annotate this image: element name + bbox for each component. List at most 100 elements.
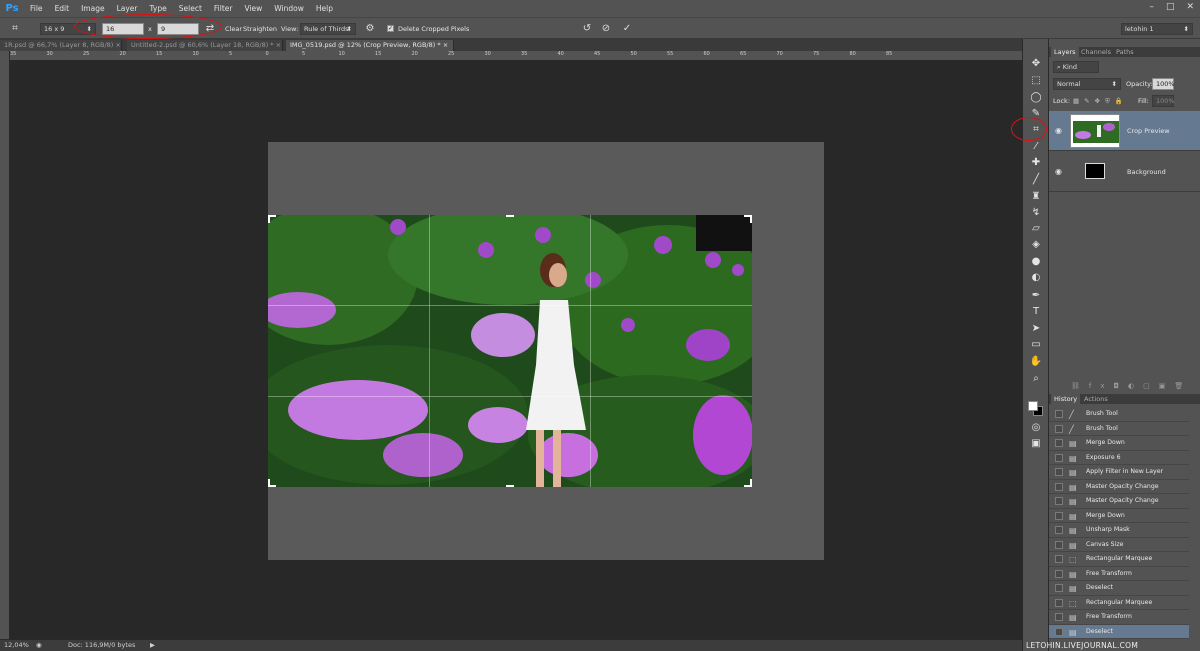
screen-mode-icon[interactable]: ▣ — [1029, 437, 1043, 451]
tab-untitled-2[interactable]: Untitled-2.psd @ 60,6% (Layer 18, RGB/8)… — [127, 40, 283, 51]
stamp-tool-icon[interactable]: ♜ — [1029, 190, 1043, 204]
history-item[interactable]: ▤ Deselect — [1049, 624, 1189, 639]
crop-handle-bottom[interactable] — [506, 485, 514, 487]
history-snapshot-box[interactable] — [1055, 584, 1063, 592]
history-snapshot-box[interactable] — [1055, 526, 1063, 534]
close-icon[interactable]: × — [115, 41, 120, 49]
history-snapshot-box[interactable] — [1055, 439, 1063, 447]
type-tool-icon[interactable]: T — [1029, 305, 1043, 319]
tab-layers[interactable]: Layers — [1051, 47, 1079, 57]
path-select-icon[interactable]: ➤ — [1029, 322, 1043, 336]
layer-footer-icons[interactable]: ⛓fx◘◐▢▣🗑 — [1071, 380, 1192, 392]
brush-tool-icon[interactable]: ╱ — [1029, 173, 1043, 187]
move-tool-icon[interactable]: ✥ — [1029, 57, 1043, 71]
reset-icon[interactable]: ↺ — [580, 22, 594, 36]
layer-row-background[interactable]: ◉ Background — [1049, 152, 1200, 192]
menu-view[interactable]: View — [238, 0, 268, 17]
history-item[interactable]: ▤ Unsharp Mask — [1049, 523, 1189, 538]
history-item[interactable]: ▤ Canvas Size — [1049, 538, 1189, 552]
menu-file[interactable]: File — [24, 0, 49, 17]
eraser-tool-icon[interactable]: ▱ — [1029, 222, 1043, 236]
tab-history[interactable]: History — [1051, 394, 1081, 404]
layer-filter-select[interactable]: ⌕ Kind — [1053, 61, 1099, 73]
tab-channels[interactable]: Channels — [1078, 47, 1114, 57]
tab-paths[interactable]: Paths — [1113, 47, 1137, 57]
maximize-button[interactable]: □ — [1166, 2, 1175, 12]
history-item[interactable]: ▤ Deselect — [1049, 581, 1189, 596]
quick-mask-icon[interactable]: ◎ — [1029, 421, 1043, 435]
history-snapshot-box[interactable] — [1055, 627, 1063, 636]
close-window-button[interactable]: ✕ — [1186, 2, 1194, 12]
status-menu-icon[interactable]: ▶ — [150, 640, 155, 651]
dodge-tool-icon[interactable]: ◐ — [1029, 271, 1043, 285]
eye-icon[interactable]: ◉ — [1055, 152, 1062, 192]
minimize-button[interactable]: – — [1149, 2, 1154, 12]
menu-window[interactable]: Window — [268, 0, 310, 17]
commit-icon[interactable]: ✓ — [620, 22, 634, 36]
opacity-field[interactable]: 100% — [1152, 78, 1175, 90]
shape-tool-icon[interactable]: ▭ — [1029, 338, 1043, 352]
menu-filter[interactable]: Filter — [208, 0, 239, 17]
crop-handle-tl-v[interactable] — [268, 215, 270, 223]
history-snapshot-box[interactable] — [1055, 569, 1063, 578]
history-item[interactable]: ╱ Brush Tool — [1049, 422, 1189, 436]
pen-tool-icon[interactable]: ✒ — [1029, 289, 1043, 303]
foreground-color-swatch[interactable] — [1028, 401, 1038, 411]
close-icon[interactable]: × — [276, 41, 281, 49]
history-item[interactable]: ▤ Master Opacity Change — [1049, 494, 1189, 509]
close-icon[interactable]: × — [443, 41, 448, 49]
history-item[interactable]: ⬚ Rectangular Marquee — [1049, 552, 1189, 567]
history-snapshot-box[interactable] — [1055, 555, 1063, 563]
history-snapshot-box[interactable] — [1055, 540, 1063, 549]
blur-tool-icon[interactable]: ● — [1029, 255, 1043, 269]
crop-preset-icon[interactable]: ⌗ — [8, 22, 22, 36]
fill-field[interactable]: 100% — [1152, 95, 1175, 107]
straighten-button[interactable]: Straighten — [243, 23, 277, 35]
eyedropper-icon[interactable]: ⁄ — [1029, 140, 1043, 154]
crop-handle-bl-v[interactable] — [268, 479, 270, 487]
history-snapshot-box[interactable] — [1055, 497, 1063, 505]
tab-1r[interactable]: 1R.psd @ 66,7% (Layer 8, RGB/8) × — [0, 40, 122, 51]
menu-help[interactable]: Help — [310, 0, 339, 17]
menu-edit[interactable]: Edit — [49, 0, 76, 17]
history-snapshot-box[interactable] — [1055, 613, 1063, 621]
history-item[interactable]: ▤ Merge Down — [1049, 509, 1189, 523]
tab-actions[interactable]: Actions — [1081, 394, 1111, 404]
history-snapshot-box[interactable] — [1055, 468, 1063, 476]
history-item[interactable]: ▤ Merge Down — [1049, 436, 1189, 451]
marquee-tool-icon[interactable]: ⬚ — [1029, 74, 1043, 88]
overlay-view-select[interactable]: Rule of Thirds ⬍ — [300, 23, 356, 35]
history-item[interactable]: ╱ Brush Tool — [1049, 407, 1189, 422]
history-item[interactable]: ▤ Apply Filter in New Layer — [1049, 465, 1189, 480]
clear-button[interactable]: Clear — [225, 23, 242, 35]
history-snapshot-box[interactable] — [1055, 424, 1063, 433]
blend-mode-select[interactable]: Normal ⬍ — [1053, 78, 1121, 90]
history-snapshot-box[interactable] — [1055, 453, 1063, 462]
history-item[interactable]: ▤ Master Opacity Change — [1049, 480, 1189, 494]
gear-icon[interactable]: ⚙ — [363, 22, 377, 36]
history-item[interactable]: ⬚ Rectangular Marquee — [1049, 596, 1189, 610]
history-item[interactable]: ▤ Exposure 6 — [1049, 451, 1189, 465]
hand-tool-icon[interactable]: ✋ — [1029, 355, 1043, 369]
crop-handle-top[interactable] — [506, 215, 514, 217]
history-snapshot-box[interactable] — [1055, 511, 1063, 520]
history-snapshot-box[interactable] — [1055, 482, 1063, 491]
history-snapshot-box[interactable] — [1055, 410, 1063, 418]
history-item[interactable]: ▤ Free Transform — [1049, 567, 1189, 581]
crop-handle-tr-v[interactable] — [750, 215, 752, 223]
eye-icon[interactable]: ◉ — [1055, 111, 1062, 151]
cancel-icon[interactable]: ⊘ — [599, 22, 613, 36]
history-snapshot-box[interactable] — [1055, 598, 1063, 607]
lasso-tool-icon[interactable]: ◯ — [1029, 91, 1043, 105]
crop-preview-photo[interactable] — [268, 215, 752, 487]
workspace-select[interactable]: letohin 1 ⬍ — [1121, 23, 1193, 35]
crop-handle-br-v[interactable] — [750, 479, 752, 487]
gradient-tool-icon[interactable]: ◈ — [1029, 238, 1043, 252]
zoom-tool-icon[interactable]: ⌕ — [1029, 372, 1043, 386]
tab-img-0519[interactable]: IMG_0519.psd @ 12% (Crop Preview, RGB/8)… — [286, 40, 454, 51]
zoom-level[interactable]: 12,04% — [4, 640, 29, 651]
history-item[interactable]: ▤ Free Transform — [1049, 610, 1189, 625]
lock-icons[interactable]: ▦✎✥⛨🔒 — [1073, 95, 1128, 107]
healing-brush-icon[interactable]: ✚ — [1029, 156, 1043, 170]
menu-image[interactable]: Image — [75, 0, 111, 17]
